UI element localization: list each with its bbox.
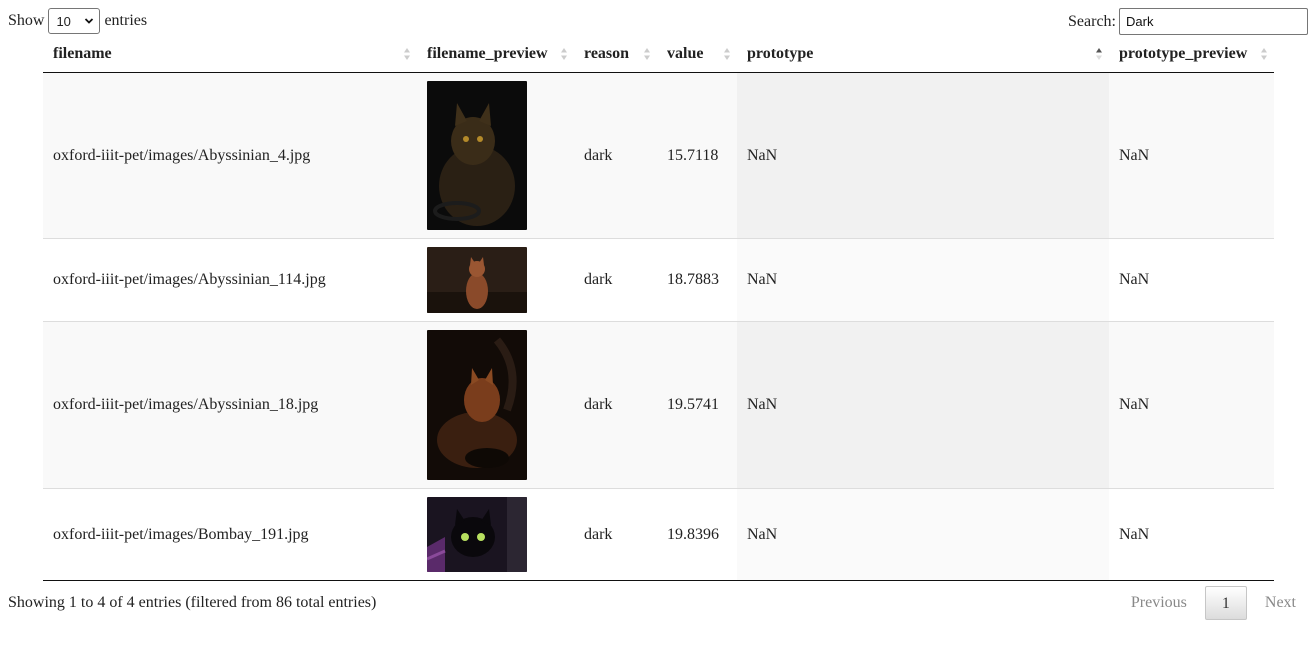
column-header-prototype-preview[interactable]: prototype_preview — [1109, 35, 1274, 73]
table-row: oxford-iiit-pet/images/Abyssinian_114.jp… — [43, 238, 1274, 322]
value-cell: 18.7883 — [657, 238, 737, 322]
column-header-value[interactable]: value — [657, 35, 737, 73]
sort-both-icon — [644, 47, 650, 60]
prototype-cell: NaN — [737, 72, 1109, 239]
chevron-down-icon — [85, 18, 94, 24]
reason-cell: dark — [574, 238, 657, 322]
table-row: oxford-iiit-pet/images/Abyssinian_4.jpg … — [43, 72, 1274, 239]
prototype-preview-cell: NaN — [1109, 72, 1274, 239]
prototype-cell: NaN — [737, 488, 1109, 581]
sort-both-icon — [404, 47, 410, 60]
table-controls: Show 10 entries Search: — [8, 8, 1308, 35]
reason-cell: dark — [574, 488, 657, 581]
table-row: oxford-iiit-pet/images/Abyssinian_18.jpg… — [43, 321, 1274, 489]
filename-cell: oxford-iiit-pet/images/Abyssinian_18.jpg — [43, 321, 417, 489]
sort-both-icon — [1261, 47, 1267, 60]
filename-cell: oxford-iiit-pet/images/Abyssinian_114.jp… — [43, 238, 417, 322]
page-1-button[interactable]: 1 — [1204, 586, 1247, 620]
page-length-value: 10 — [56, 13, 71, 29]
sort-both-icon — [561, 47, 567, 60]
table-footer: Showing 1 to 4 of 4 entries (filtered fr… — [8, 586, 1308, 622]
previous-button[interactable]: Previous — [1119, 586, 1199, 620]
column-header-filename-preview[interactable]: filename_preview — [417, 35, 574, 73]
page-length-select[interactable]: 10 — [48, 8, 101, 34]
prototype-cell: NaN — [737, 321, 1109, 489]
search-input[interactable] — [1119, 8, 1308, 35]
preview-cell — [417, 238, 574, 322]
column-header-reason[interactable]: reason — [574, 35, 657, 73]
prototype-preview-cell: NaN — [1109, 238, 1274, 322]
prototype-preview-cell: NaN — [1109, 488, 1274, 581]
reason-cell: dark — [574, 321, 657, 489]
sort-both-icon — [724, 47, 730, 60]
cat-photo-thumbnail — [427, 330, 527, 480]
search-label: Search: — [1068, 12, 1116, 30]
filename-cell: oxford-iiit-pet/images/Bombay_191.jpg — [43, 488, 417, 581]
show-label: Show — [8, 12, 45, 29]
preview-cell — [417, 72, 574, 239]
page-length-control: Show 10 entries — [8, 8, 147, 34]
column-header-prototype[interactable]: prototype — [737, 35, 1109, 73]
reason-cell: dark — [574, 72, 657, 239]
cat-photo-thumbnail — [427, 81, 527, 230]
table-info: Showing 1 to 4 of 4 entries (filtered fr… — [8, 594, 377, 611]
prototype-preview-cell: NaN — [1109, 321, 1274, 489]
table-row: oxford-iiit-pet/images/Bombay_191.jpg da… — [43, 488, 1274, 581]
value-cell: 19.5741 — [657, 321, 737, 489]
filename-cell: oxford-iiit-pet/images/Abyssinian_4.jpg — [43, 72, 417, 239]
value-cell: 15.7118 — [657, 72, 737, 239]
next-button[interactable]: Next — [1253, 586, 1308, 620]
cat-photo-thumbnail — [427, 497, 527, 572]
preview-cell — [417, 488, 574, 581]
pagination: Previous 1 Next — [1119, 586, 1308, 620]
header-row: filename filename_preview reason value p… — [43, 35, 1274, 73]
preview-cell — [417, 321, 574, 489]
entries-label: entries — [104, 12, 148, 29]
prototype-cell: NaN — [737, 238, 1109, 322]
search-control: Search: — [1068, 8, 1308, 35]
cat-photo-thumbnail — [427, 247, 527, 313]
value-cell: 19.8396 — [657, 488, 737, 581]
column-header-filename[interactable]: filename — [43, 35, 417, 73]
data-table: filename filename_preview reason value p… — [43, 35, 1274, 581]
sort-ascending-icon — [1096, 47, 1102, 60]
